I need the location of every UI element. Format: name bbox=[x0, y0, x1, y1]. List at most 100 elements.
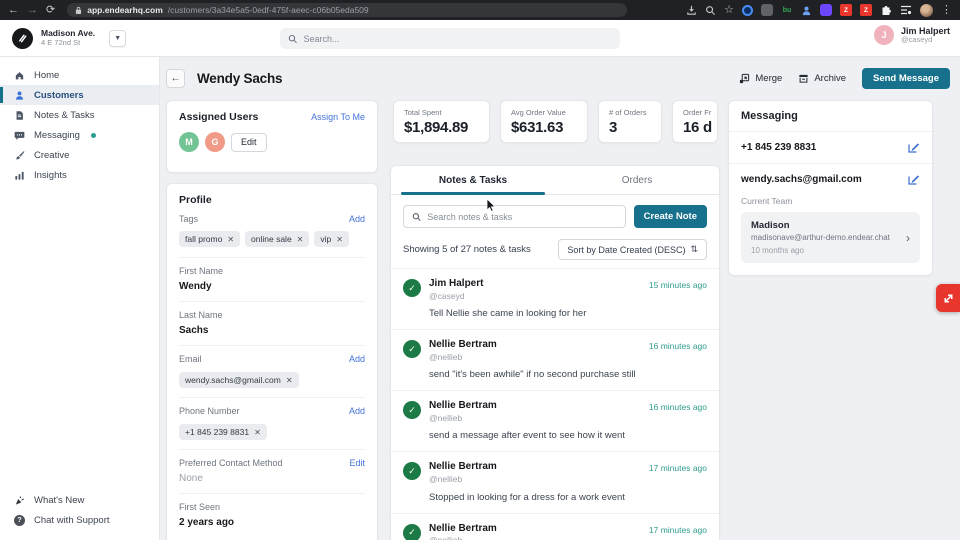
back-arrow-icon: ← bbox=[170, 72, 181, 84]
sidebar-item-chat-support[interactable]: ? Chat with Support bbox=[0, 510, 159, 530]
stat-num-orders: # of Orders 3 bbox=[598, 100, 662, 143]
browser-reload-icon[interactable]: ⟳ bbox=[46, 0, 55, 20]
sidebar-item-messaging[interactable]: Messaging bbox=[0, 125, 159, 145]
sidebar-item-whats-new[interactable]: What's New bbox=[0, 490, 159, 510]
zapier-extension-icon[interactable]: Z bbox=[860, 4, 872, 16]
browser-menu-kebab-icon[interactable]: ⋮ bbox=[941, 0, 952, 20]
sort-dropdown[interactable]: Sort by Date Created (DESC) ⇅ bbox=[558, 239, 707, 260]
chevron-down-icon: ▼ bbox=[114, 34, 122, 42]
person-extension-icon[interactable] bbox=[801, 5, 812, 16]
note-item[interactable]: ✓ Nellie Bertram @nellieb 16 minutes ago… bbox=[391, 390, 719, 451]
field-label: First Name bbox=[179, 266, 224, 276]
add-phone-link[interactable]: Add bbox=[349, 406, 365, 416]
note-text: send "it's been awhile" if no second pur… bbox=[429, 369, 636, 381]
field-email: Email Add wendy.sachs@gmail.com ✕ bbox=[179, 345, 365, 397]
tab-orders[interactable]: Orders bbox=[555, 166, 719, 194]
remove-email-icon[interactable]: ✕ bbox=[286, 376, 293, 385]
browser-forward-icon[interactable]: → bbox=[27, 0, 38, 20]
compose-email-icon[interactable] bbox=[907, 173, 920, 186]
note-item[interactable]: ✓ Jim Halpert @caseyd 15 minutes ago Tel… bbox=[391, 268, 719, 329]
confetti-icon bbox=[15, 496, 24, 505]
remove-tag-icon[interactable]: ✕ bbox=[336, 235, 343, 244]
extensions-puzzle-icon[interactable] bbox=[880, 4, 892, 16]
notes-search-input[interactable] bbox=[427, 211, 617, 222]
purple-extension-icon[interactable] bbox=[820, 4, 832, 16]
tag-text: fall promo bbox=[185, 234, 223, 244]
remove-phone-icon[interactable]: ✕ bbox=[254, 428, 261, 437]
archive-button[interactable]: Archive bbox=[798, 73, 846, 84]
note-item[interactable]: ✓ Nellie Bertram @nellieb 17 minutes ago… bbox=[391, 512, 719, 540]
browser-toolbar-icons: ☆ bu Z Z ⋮ bbox=[686, 0, 952, 20]
sidebar-item-creative[interactable]: Creative bbox=[0, 145, 159, 165]
note-text: send a message after event to see how it… bbox=[429, 430, 625, 442]
field-label: Phone Number bbox=[179, 406, 240, 416]
create-note-button[interactable]: Create Note bbox=[633, 205, 707, 228]
sidebar-item-label: Customers bbox=[34, 89, 84, 101]
store-dropdown-button[interactable]: ▼ bbox=[109, 29, 127, 47]
zendesk-widget-button[interactable] bbox=[936, 284, 960, 312]
compose-message-icon[interactable] bbox=[907, 141, 920, 154]
global-search[interactable] bbox=[280, 28, 620, 49]
page-header: ← Wendy Sachs Merge Archive Send Message bbox=[166, 63, 950, 93]
reading-list-icon[interactable] bbox=[900, 5, 912, 15]
edit-preferred-contact-link[interactable]: Edit bbox=[349, 458, 365, 468]
browser-profile-avatar[interactable] bbox=[920, 3, 933, 17]
field-value: Wendy bbox=[179, 281, 212, 292]
browser-back-icon[interactable]: ← bbox=[8, 0, 19, 20]
current-user[interactable]: J Jim Halpert @caseyd bbox=[873, 25, 950, 45]
add-email-link[interactable]: Add bbox=[349, 354, 365, 364]
email-chip[interactable]: wendy.sachs@gmail.com ✕ bbox=[179, 372, 299, 388]
zendesk-extension-icon[interactable]: Z bbox=[840, 4, 852, 16]
sidebar-item-notes-tasks[interactable]: Notes & Tasks bbox=[0, 105, 159, 125]
current-team-item[interactable]: Madison madisonave@arthur-demo.endear.ch… bbox=[741, 212, 920, 263]
assigned-avatar-g[interactable]: G bbox=[205, 132, 225, 152]
add-tag-link[interactable]: Add bbox=[349, 214, 365, 224]
sidebar-item-customers[interactable]: Customers bbox=[0, 85, 159, 105]
messaging-email: wendy.sachs@gmail.com bbox=[741, 174, 862, 185]
notes-search[interactable] bbox=[403, 205, 626, 228]
note-check-icon[interactable]: ✓ bbox=[403, 523, 421, 540]
global-search-input[interactable] bbox=[303, 33, 612, 44]
assigned-avatar-m[interactable]: M bbox=[179, 132, 199, 152]
note-item[interactable]: ✓ Nellie Bertram @nellieb 17 minutes ago… bbox=[391, 451, 719, 512]
back-button[interactable]: ← bbox=[166, 68, 185, 88]
note-author-handle: @nellieb bbox=[429, 412, 463, 423]
tag-chip[interactable]: vip ✕ bbox=[314, 231, 349, 247]
merge-button[interactable]: Merge bbox=[739, 73, 782, 84]
assign-to-me-link[interactable]: Assign To Me bbox=[311, 112, 365, 122]
stat-label: Order Fr bbox=[683, 108, 712, 117]
note-author-handle: @nellieb bbox=[429, 351, 463, 362]
stat-value: 16 d bbox=[683, 119, 712, 136]
stat-label: # of Orders bbox=[609, 108, 647, 117]
profile-card: Profile Tags Add fall promo ✕ online sale… bbox=[166, 183, 378, 540]
note-item[interactable]: ✓ Nellie Bertram @nellieb 16 minutes ago… bbox=[391, 329, 719, 390]
phone-chip[interactable]: +1 845 239 8831 ✕ bbox=[179, 424, 267, 440]
bu-extension-icon[interactable]: bu bbox=[781, 4, 793, 16]
send-message-button[interactable]: Send Message bbox=[862, 67, 950, 89]
endear-logo[interactable] bbox=[12, 27, 33, 49]
remove-tag-icon[interactable]: ✕ bbox=[297, 235, 304, 244]
sidebar-item-label: Messaging bbox=[34, 129, 80, 141]
store-switcher[interactable]: Madison Ave. 4 E 72nd St bbox=[41, 28, 95, 47]
tag-chip[interactable]: fall promo ✕ bbox=[179, 231, 241, 247]
note-check-icon[interactable]: ✓ bbox=[403, 401, 421, 420]
remove-tag-icon[interactable]: ✕ bbox=[227, 235, 234, 244]
url-bar[interactable]: app.endearhq.com/customers/3a34e5a5-0edf… bbox=[67, 3, 628, 17]
field-label: Last Name bbox=[179, 310, 223, 320]
note-author: Nellie Bertram bbox=[429, 339, 497, 351]
search-zoom-icon[interactable] bbox=[705, 5, 716, 16]
download-icon[interactable] bbox=[686, 5, 697, 16]
tag-chip[interactable]: online sale ✕ bbox=[245, 231, 310, 247]
onepassword-extension-icon[interactable] bbox=[742, 4, 753, 16]
tab-notes-tasks[interactable]: Notes & Tasks bbox=[391, 166, 555, 195]
note-check-icon[interactable]: ✓ bbox=[403, 279, 421, 297]
edit-assigned-button[interactable]: Edit bbox=[231, 132, 267, 152]
bookmark-star-icon[interactable]: ☆ bbox=[724, 0, 734, 20]
gray-extension-icon[interactable] bbox=[761, 4, 773, 16]
sidebar-item-insights[interactable]: Insights bbox=[0, 165, 159, 185]
note-check-icon[interactable]: ✓ bbox=[403, 340, 421, 359]
note-check-icon[interactable]: ✓ bbox=[403, 462, 421, 481]
field-label: Email bbox=[179, 354, 202, 364]
sidebar-item-home[interactable]: Home bbox=[0, 65, 159, 85]
messaging-phone-row: +1 845 239 8831 bbox=[729, 132, 932, 164]
